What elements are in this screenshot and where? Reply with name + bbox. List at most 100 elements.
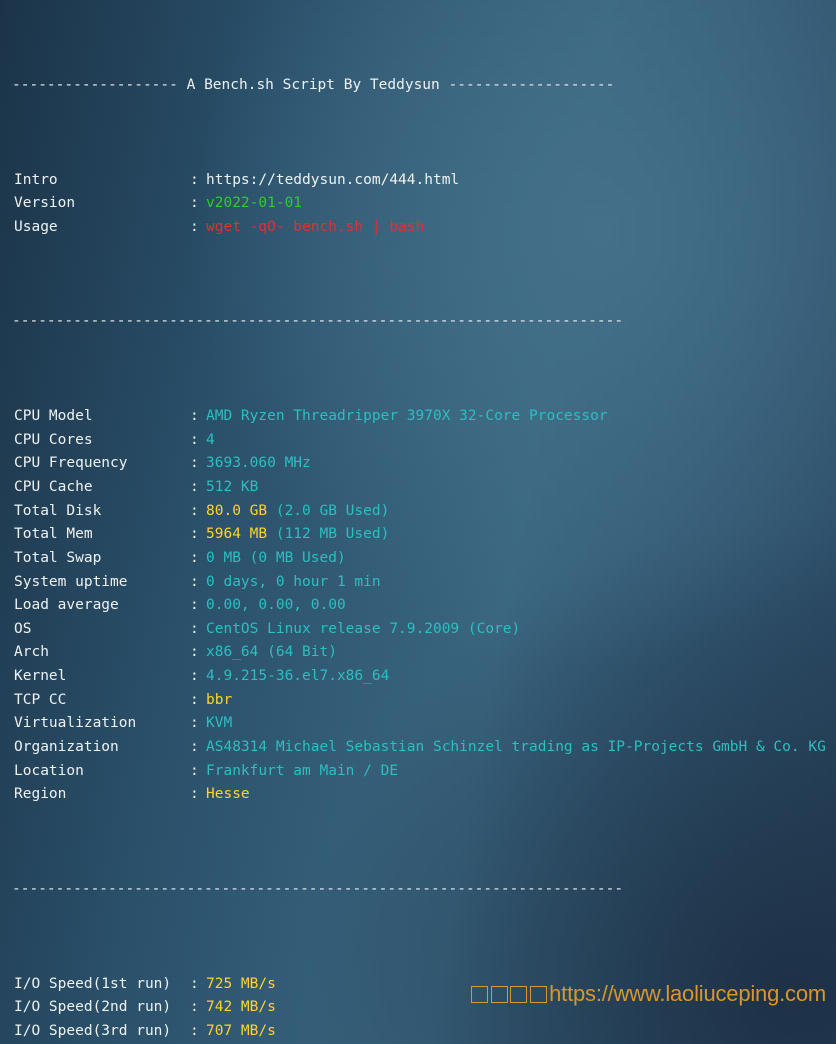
io-speed-value: 742 MB/s — [206, 999, 276, 1016]
system-info-row: Total Swap:0 MB (0 MB Used) — [0, 547, 836, 571]
system-info-label: CPU Frequency — [14, 455, 128, 472]
system-info-label: OS — [14, 620, 32, 637]
system-info-label: Virtualization — [14, 715, 137, 732]
watermark-missing-glyph-icon — [490, 986, 508, 1003]
system-info-value: AS48314 Michael Sebastian Schinzel tradi… — [206, 739, 826, 756]
system-info-row: CPU Cores:4 — [0, 429, 836, 453]
title-rule-right: ------------------- — [448, 76, 615, 93]
system-info-value: 3693.060 MHz — [206, 455, 311, 472]
system-info-value: bbr — [206, 691, 233, 708]
intro-colon: : — [190, 171, 199, 188]
system-info-value: CentOS Linux release 7.9.2009 (Core) — [206, 620, 521, 637]
system-info-label: TCP CC — [14, 691, 67, 708]
system-info-value: KVM — [206, 715, 233, 732]
system-info-colon: : — [190, 786, 199, 803]
system-info-value: 0 MB (0 MB Used) — [206, 549, 346, 566]
system-info-value: Frankfurt am Main / DE — [206, 762, 399, 779]
watermark-missing-glyph-icon — [529, 986, 547, 1003]
io-speed-value: 725 MB/s — [206, 975, 276, 992]
site-watermark: https://www.laoliuceping.com — [447, 955, 826, 1033]
io-speed-label: I/O Speed(2nd run) — [14, 999, 172, 1016]
title-rule-left: ------------------- — [12, 76, 178, 93]
terminal-output: ------------------- A Bench.sh Script By… — [0, 0, 836, 1044]
watermark-url: https://www.laoliuceping.com — [549, 981, 826, 1006]
system-info-colon: : — [190, 455, 199, 472]
system-info-row: System uptime:0 days, 0 hour 1 min — [0, 571, 836, 595]
system-info-colon: : — [190, 408, 199, 425]
system-info-colon: : — [190, 620, 199, 637]
system-info-row: TCP CC: bbr — [0, 689, 836, 713]
system-info-colon: : — [190, 549, 199, 566]
io-speed-label: I/O Speed(3rd run) — [14, 1022, 172, 1039]
system-info-colon: : — [190, 739, 199, 756]
system-info-row: CPU Cache:512 KB — [0, 476, 836, 500]
system-info-colon: : — [190, 573, 199, 590]
intro-value: wget -qO- bench.sh | bash — [206, 218, 425, 235]
system-info-colon: : — [190, 431, 199, 448]
system-info-value: 4.9.215-36.el7.x86_64 — [206, 668, 390, 685]
io-speed-colon: : — [190, 975, 199, 992]
title-text: A Bench.sh Script By Teddysun — [177, 76, 449, 93]
io-speed-label: I/O Speed(1st run) — [14, 975, 172, 992]
system-info-label: Region — [14, 786, 67, 803]
system-info-label: CPU Cache — [14, 479, 93, 495]
system-info-colon: : — [190, 644, 199, 661]
io-speed-colon: : — [190, 999, 199, 1016]
system-info-label: Total Swap — [14, 549, 102, 566]
terminal-screen: ------------------- A Bench.sh Script By… — [0, 0, 836, 1044]
intro-colon: : — [190, 195, 199, 212]
system-info-colon: : — [190, 526, 199, 543]
system-info-label: System uptime — [14, 573, 128, 590]
system-info-value: 512 KB — [206, 479, 259, 495]
system-info-row: Kernel:4.9.215-36.el7.x86_64 — [0, 665, 836, 689]
system-info-value: 0 days, 0 hour 1 min — [206, 573, 381, 590]
system-info-row: Total Mem:5964 MB (112 MB Used) — [0, 523, 836, 547]
system-info-label: Total Mem — [14, 526, 93, 543]
system-info-row: Organization: AS48314 Michael Sebastian S… — [0, 736, 836, 760]
system-info-label: CPU Model — [14, 408, 93, 425]
io-speed-colon: : — [190, 1022, 199, 1039]
system-info-row: Virtualization: KVM — [0, 712, 836, 736]
intro-label: Intro — [14, 171, 58, 188]
system-info-value-suffix: (2.0 GB Used) — [267, 502, 390, 519]
io-speed-value: 707 MB/s — [206, 1022, 276, 1039]
intro-label: Usage — [14, 218, 58, 235]
system-info-value: x86_64 (64 Bit) — [206, 644, 337, 661]
intro-value: https://teddysun.com/444.html — [206, 171, 460, 188]
system-info-row: Load average:0.00, 0.00, 0.00 — [0, 594, 836, 618]
title-bar: ------------------- A Bench.sh Script By… — [0, 74, 836, 98]
system-info-colon: : — [190, 668, 199, 685]
watermark-missing-glyph-icon — [510, 986, 528, 1003]
system-info-value: 80.0 GB — [206, 502, 268, 519]
system-info-label: Arch — [14, 644, 49, 661]
system-info-row: CPU Model: AMD Ryzen Threadripper 3970X 3… — [0, 405, 836, 429]
system-info-colon: : — [190, 691, 199, 708]
system-info-colon: : — [190, 479, 199, 495]
system-info-row: CPU Frequency:3693.060 MHz — [0, 452, 836, 476]
system-info-value: 0.00, 0.00, 0.00 — [206, 597, 346, 614]
system-info-label: CPU Cores — [14, 431, 93, 448]
intro-value: v2022-01-01 — [206, 195, 303, 212]
intro-label: Version — [14, 195, 76, 212]
system-info-row: OS: CentOS Linux release 7.9.2009 (Core) — [0, 618, 836, 642]
intro-row: Intro: https://teddysun.com/444.html — [0, 169, 836, 193]
system-info-section: CPU Model: AMD Ryzen Threadripper 3970X 3… — [0, 405, 836, 807]
system-info-value: 4 — [206, 431, 215, 448]
intro-row: Usage: wget -qO- bench.sh | bash — [0, 216, 836, 240]
system-info-value-suffix: (112 MB Used) — [267, 526, 390, 543]
system-info-value: 5964 MB — [206, 526, 268, 543]
system-info-colon: : — [190, 762, 199, 779]
intro-colon: : — [190, 218, 199, 235]
system-info-label: Load average — [14, 597, 119, 614]
system-info-value: AMD Ryzen Threadripper 3970X 32-Core Pro… — [206, 408, 608, 425]
system-info-label: Kernel — [14, 668, 67, 685]
watermark-cjk-glyphs — [471, 981, 549, 1006]
system-info-label: Location — [14, 762, 84, 779]
system-info-value: Hesse — [206, 786, 250, 803]
system-info-row: Location: Frankfurt am Main / DE — [0, 760, 836, 784]
system-info-label: Organization — [14, 739, 119, 756]
system-info-colon: : — [190, 597, 199, 614]
system-info-colon: : — [190, 502, 199, 519]
system-info-row: Region: Hesse — [0, 783, 836, 807]
intro-row: Version: v2022-01-01 — [0, 192, 836, 216]
